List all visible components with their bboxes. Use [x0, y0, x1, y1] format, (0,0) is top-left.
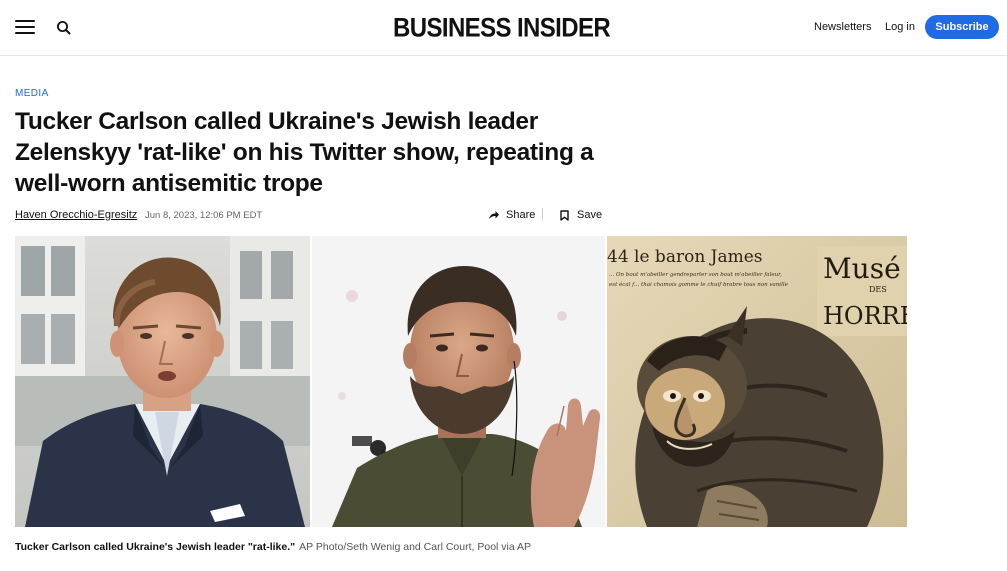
menu-icon-bar	[15, 26, 35, 28]
article-headline: Tucker Carlson called Ukraine's Jewish l…	[15, 108, 594, 197]
site-logo[interactable]: BUSINESS INSIDER	[393, 13, 611, 44]
action-divider	[542, 208, 543, 220]
menu-icon[interactable]	[15, 19, 35, 35]
save-label: Save	[577, 209, 603, 221]
newsletters-link[interactable]: Newsletters	[814, 21, 871, 33]
sign-text: Musé	[823, 252, 901, 285]
bookmark-icon	[560, 209, 569, 221]
share-button[interactable]: Share	[488, 207, 535, 223]
share-icon	[489, 211, 499, 219]
category-link[interactable]: MEDIA	[15, 88, 49, 99]
search-icon[interactable]	[55, 19, 73, 37]
hero-image-caricature: 44 le baron James ... On bout m'abeiller…	[607, 236, 907, 527]
author-link[interactable]: Haven Orecchio-Egresitz	[15, 209, 137, 221]
subscribe-button[interactable]: Subscribe	[925, 15, 999, 39]
illustration-text-line: est écal f... thai chamois gomme le chui…	[609, 281, 789, 288]
save-button[interactable]: Save	[560, 207, 602, 223]
login-link[interactable]: Log in	[885, 21, 915, 33]
site-header: BUSINESS INSIDER Newsletters Log in Subs…	[0, 0, 1007, 56]
menu-icon-bar	[15, 20, 35, 22]
share-label: Share	[506, 209, 536, 221]
illustration-title: 44 le baron James	[607, 247, 763, 267]
caption-text: Tucker Carlson called Ukraine's Jewish l…	[15, 541, 296, 553]
sign-text: DES	[869, 285, 887, 294]
illustration-text-line: ... On bout m'abeiller gendreparter son …	[609, 272, 782, 278]
publish-date: Jun 8, 2023, 12:06 PM EDT	[145, 210, 263, 221]
menu-icon-bar	[15, 32, 35, 34]
image-caption: Tucker Carlson called Ukraine's Jewish l…	[15, 541, 531, 553]
caption-credit: AP Photo/Seth Wenig and Carl Court, Pool…	[299, 541, 532, 553]
hero-image-zelenskyy	[312, 236, 605, 527]
hero-image-tucker-carlson	[15, 236, 310, 527]
sign-text: HORREUI	[823, 302, 907, 330]
